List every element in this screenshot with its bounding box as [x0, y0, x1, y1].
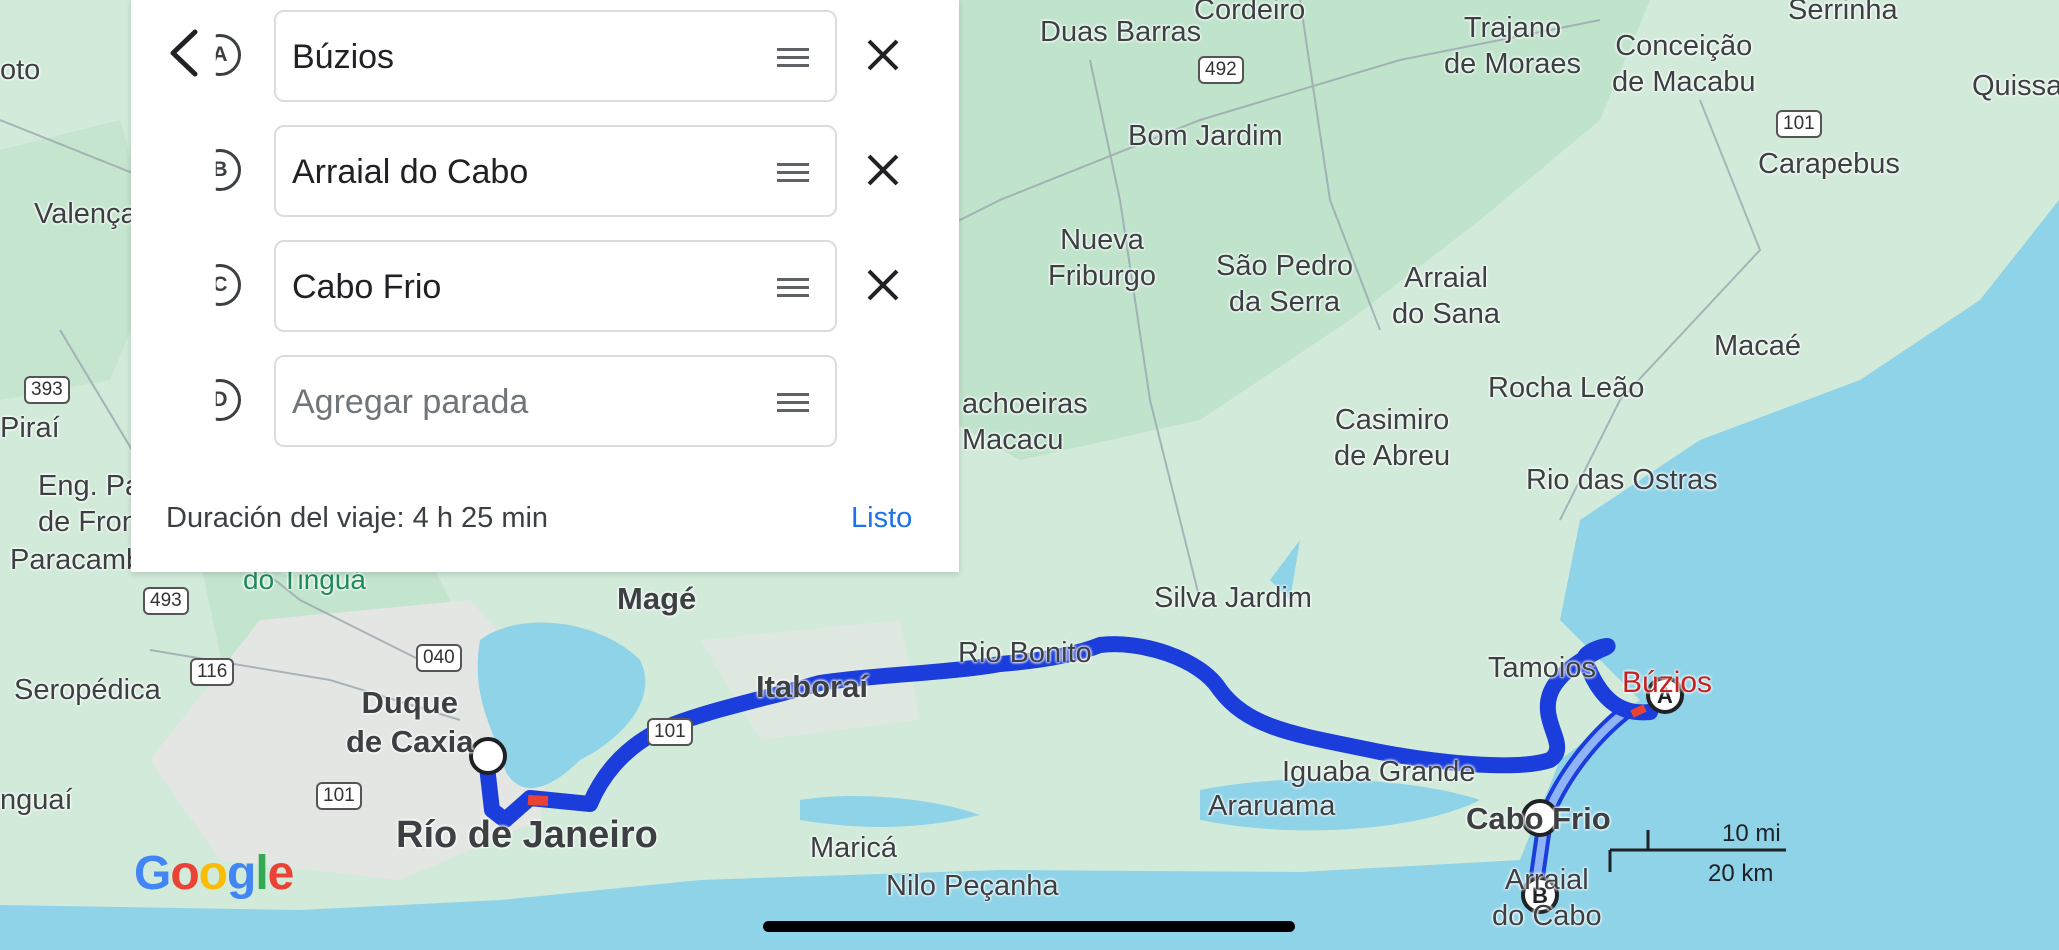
add-stop-input[interactable]: Agregar parada	[274, 355, 837, 447]
map-label-cachoeiras: achoeiras Macacu	[962, 388, 1088, 457]
map-label-silva-jardim: Silva Jardim	[1154, 582, 1312, 614]
route-shield: 492	[1198, 56, 1244, 84]
add-stop-placeholder: Agregar parada	[292, 383, 529, 421]
map-label-carapebus: Carapebus	[1758, 148, 1900, 180]
map-label-iguaba: Iguaba Grande	[1282, 756, 1476, 788]
google-logo: Google	[134, 847, 294, 900]
drag-handle-icon[interactable]	[777, 278, 809, 298]
scale-miles: 10 mi	[1722, 820, 1781, 847]
map-label-valenca: Valença	[34, 198, 137, 230]
stop-input-b[interactable]: Arraial do Cabo	[274, 125, 837, 217]
map-label-trajano: Trajano de Moraes	[1444, 12, 1582, 81]
map-label-conceicao: Conceição de Macabu	[1612, 30, 1756, 99]
stop-marker-a: A	[215, 34, 241, 76]
directions-panel: A Búzios B Arraial do Cabo C Cabo Frio D…	[131, 0, 959, 572]
map-label-duas-barras: Duas Barras	[1040, 16, 1202, 48]
map-label-cabo-frio: Cabo Frio	[1466, 801, 1611, 836]
route-shield: 101	[316, 782, 362, 810]
map-label-itaborai: Itaboraí	[756, 669, 868, 704]
stop-row-b: B Arraial do Cabo	[131, 115, 959, 217]
route-shield: 116	[190, 658, 235, 686]
route-shield: 101	[647, 718, 693, 746]
map-label-nilo: Nilo Peçanha	[886, 870, 1059, 902]
stop-input-value: Cabo Frio	[292, 268, 442, 306]
map-label-quissama: Quissar	[1972, 70, 2059, 102]
map-label-seropedica: Seropédica	[14, 674, 161, 706]
map-label-macae: Macaé	[1714, 330, 1802, 362]
stop-input-c[interactable]: Cabo Frio	[274, 240, 837, 332]
map-label-duque: Duque de Caxia	[346, 685, 474, 759]
map-label-pirai: Piraí	[0, 412, 60, 444]
map-label-paracambi: Paracamb	[10, 544, 143, 576]
map-label-mage: Magé	[617, 581, 697, 616]
scale-kilometers: 20 km	[1708, 860, 1774, 887]
stop-row-d: D Agregar parada	[131, 345, 959, 447]
map-label-casimiro: Casimiro de Abreu	[1334, 404, 1451, 473]
route-shield: 101	[1776, 110, 1822, 138]
map-label-tamoios: Tamoios	[1488, 652, 1596, 684]
map-label-serrinha: Serrinha	[1788, 0, 1898, 26]
map-label-rio-de-janeiro: Río de Janeiro	[396, 814, 658, 856]
stop-row-c: C Cabo Frio	[131, 230, 959, 332]
map-label-sao-pedro: São Pedro da Serra	[1216, 250, 1354, 319]
done-button[interactable]: Listo	[851, 502, 912, 535]
map-label-cordeiro: Cordeiro	[1194, 0, 1306, 26]
stop-marker-c: C	[215, 264, 241, 306]
drag-handle-icon[interactable]	[777, 48, 809, 68]
map-label-nova-friburgo: Nueva Friburgo	[1048, 224, 1156, 293]
route-origin-point	[469, 737, 507, 775]
map-label-marica: Maricá	[810, 832, 898, 864]
stop-row-a: A Búzios	[131, 0, 959, 102]
route-shield: 393	[24, 376, 70, 404]
remove-stop-icon[interactable]	[863, 150, 903, 190]
trip-duration: Duración del viaje: 4 h 25 min	[166, 502, 549, 534]
route-shield: 040	[416, 644, 462, 672]
stop-marker-b: B	[215, 149, 241, 191]
stop-marker-d: D	[215, 379, 241, 421]
drag-handle-icon[interactable]	[777, 163, 809, 183]
map-label-itaguai: nguaí	[0, 784, 73, 816]
stop-input-value: Búzios	[292, 38, 395, 76]
map-label-oto: oto	[0, 54, 41, 86]
map-label-rocha-leao: Rocha Leão	[1488, 372, 1645, 404]
home-indicator[interactable]	[763, 921, 1295, 932]
map-label-bom-jardim: Bom Jardim	[1128, 120, 1283, 152]
map-label-buzios: Búzios	[1622, 666, 1713, 699]
map-label-rio-bonito: Rio Bonito	[958, 637, 1092, 669]
map-label-arraial-sana: Arraial do Sana	[1392, 262, 1501, 331]
remove-stop-icon[interactable]	[863, 35, 903, 75]
drag-handle-icon[interactable]	[777, 393, 809, 413]
stop-input-value: Arraial do Cabo	[292, 153, 529, 191]
map-label-araruama: Araruama	[1208, 790, 1336, 822]
route-shield: 493	[143, 587, 189, 615]
map-label-rio-das-ostras: Rio das Ostras	[1526, 464, 1718, 496]
map-label-arraial-cabo: Arraial do Cabo	[1492, 864, 1602, 933]
remove-stop-icon[interactable]	[863, 265, 903, 305]
stop-input-a[interactable]: Búzios	[274, 10, 837, 102]
